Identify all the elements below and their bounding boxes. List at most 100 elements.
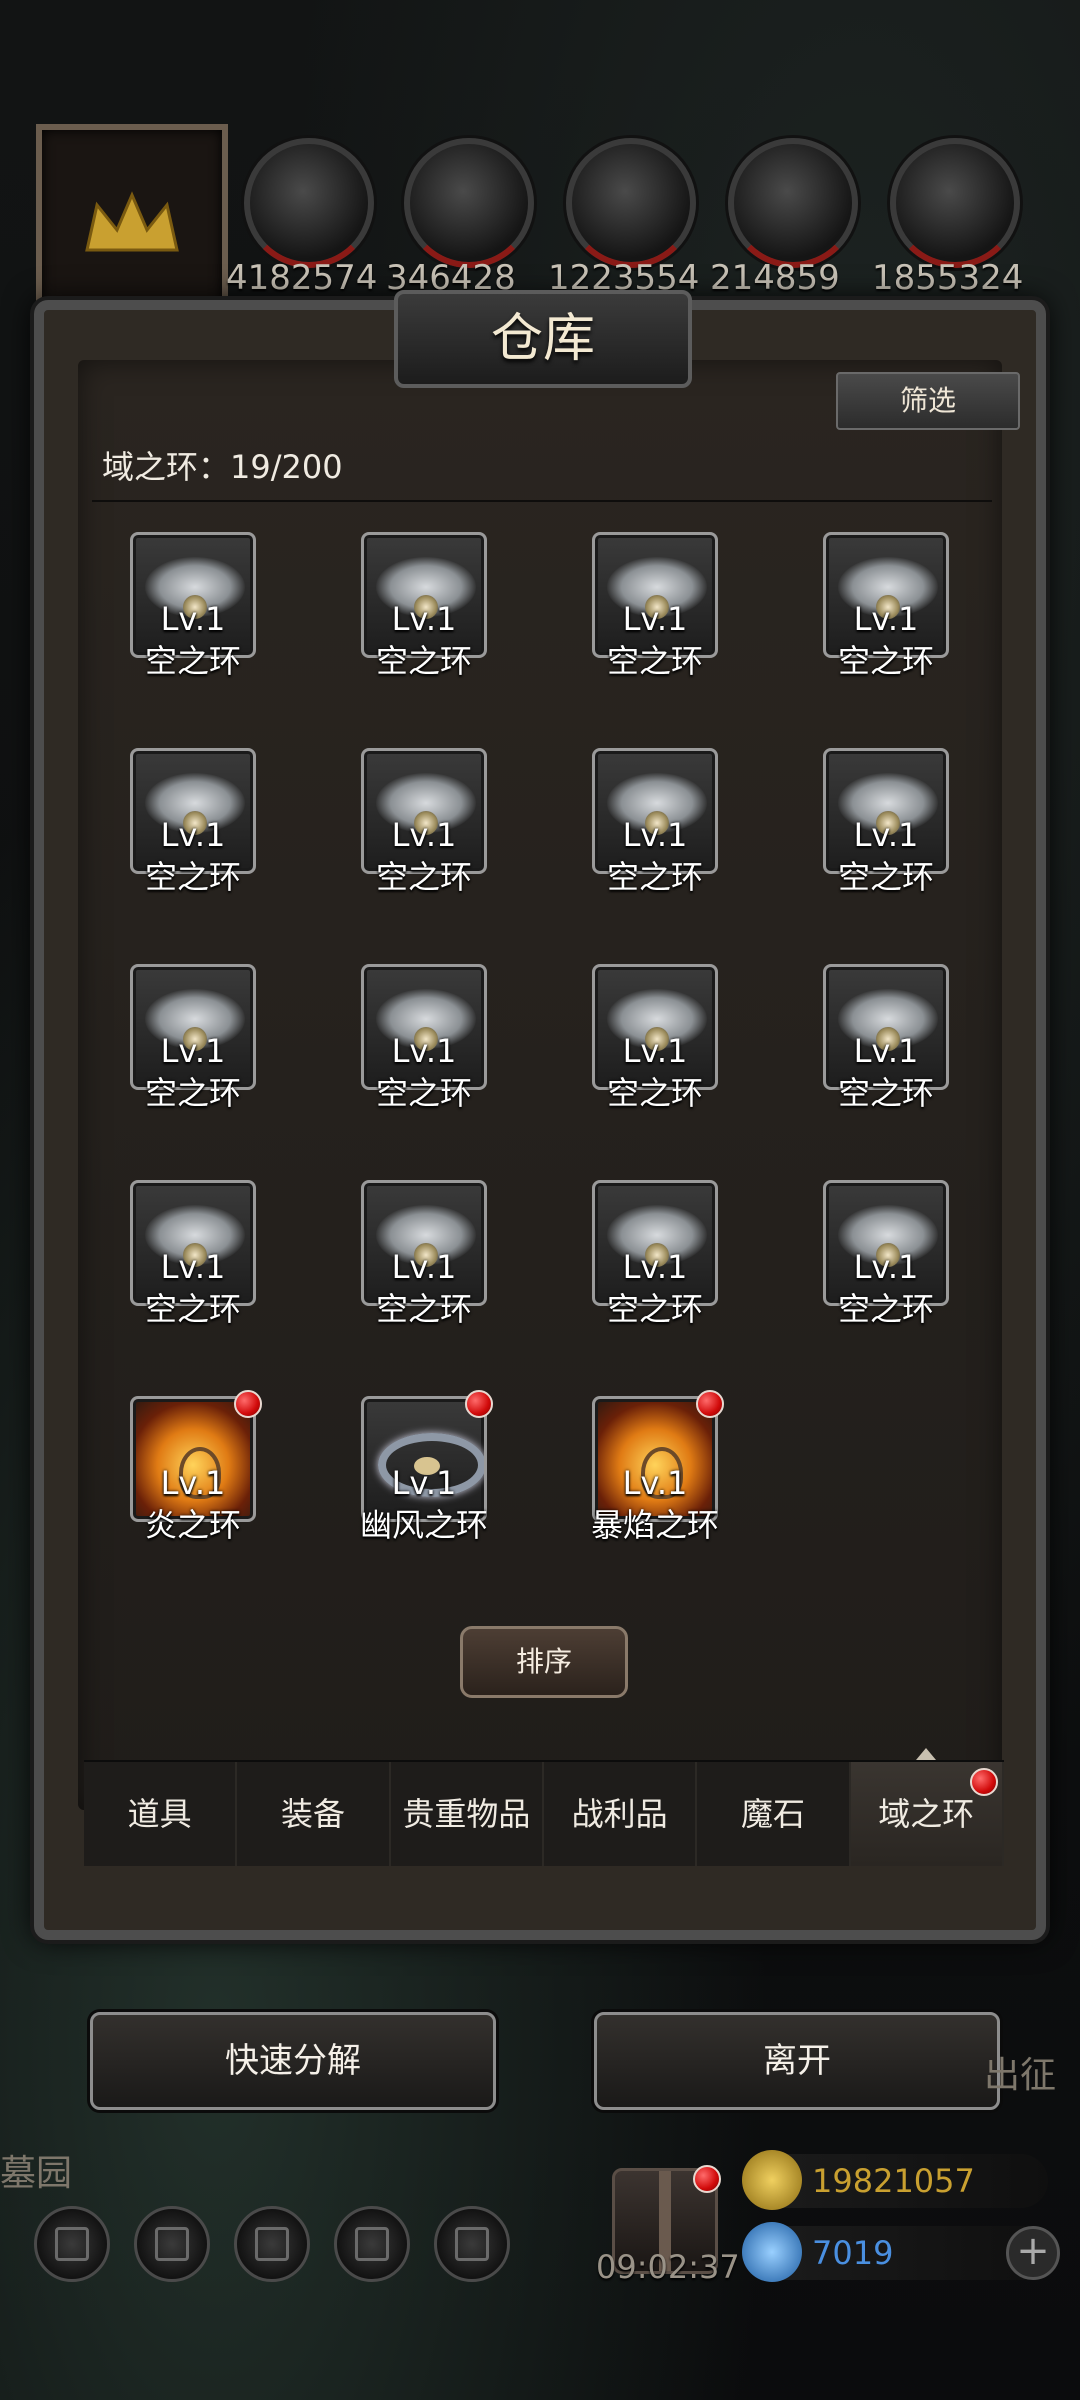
item-name: 空之环 [144,858,241,896]
item-name: 炎之环 [144,1506,241,1544]
star-icon[interactable] [134,2206,210,2282]
leave-button[interactable]: 离开 [594,2012,1000,2110]
item-level: Lv.1 [391,1032,457,1070]
gift-timer: 09:02:37 [596,2248,740,2286]
item-name: 空之环 [837,858,934,896]
resource-ring [404,138,534,268]
new-badge [465,1390,493,1418]
item-level: Lv.1 [160,1248,226,1286]
item-name: 空之环 [375,1074,472,1112]
add-currency-button[interactable]: + [1006,2226,1060,2280]
item-name: 暴焰之环 [590,1506,719,1544]
inventory-item[interactable]: Lv.1 暴焰之环 [591,1390,724,1544]
item-name: 空之环 [375,642,472,680]
inventory-item[interactable]: Lv.1 空之环 [592,964,718,1112]
item-name: 空之环 [606,642,703,680]
gift-badge [693,2165,721,2193]
inventory-item[interactable]: Lv.1 空之环 [592,532,718,680]
item-level: Lv.1 [391,600,457,638]
gold-value: 19821057 [812,2162,975,2200]
resource-value: 1855324 [872,258,1024,298]
item-level: Lv.1 [622,1464,688,1502]
tab-label: 贵重物品 [402,1795,531,1833]
item-name: 空之环 [144,642,241,680]
inventory-item[interactable]: Lv.1 空之环 [130,964,256,1112]
graveyard-label[interactable]: 墓园 [0,2144,72,2196]
item-name: 空之环 [837,1074,934,1112]
tab-3[interactable]: 战利品 [544,1762,698,1866]
item-level: Lv.1 [853,816,919,854]
tab-0[interactable]: 道具 [84,1762,238,1866]
shield-icon[interactable] [434,2206,510,2282]
item-level: Lv.1 [622,1032,688,1070]
item-level: Lv.1 [622,1248,688,1286]
item-level: Lv.1 [391,1464,457,1502]
inventory-item[interactable]: Lv.1 空之环 [130,532,256,680]
sort-button[interactable]: 排序 [460,1626,628,1698]
castle-icon[interactable] [234,2206,310,2282]
active-tab-caret [916,1748,937,1760]
inventory-item[interactable]: Lv.1 空之环 [823,1180,949,1328]
inventory-item[interactable]: Lv.1 空之环 [823,748,949,896]
inventory-item[interactable]: Lv.1 幽风之环 [360,1390,493,1544]
item-level: Lv.1 [160,816,226,854]
resource-value: 214859 [710,258,840,298]
new-badge [696,1390,724,1418]
resource-ring [566,138,696,268]
gold-coin-icon [742,2150,802,2210]
inventory-item[interactable]: Lv.1 空之环 [823,532,949,680]
inventory-item[interactable]: Lv.1 空之环 [592,1180,718,1328]
gem-display: 7019 [742,2222,1048,2282]
item-name: 空之环 [837,642,934,680]
tab-2[interactable]: 贵重物品 [391,1762,544,1866]
title-plate: 仓库 [394,290,692,388]
gem-icon [742,2222,802,2282]
player-avatar[interactable] [36,124,228,316]
item-name: 空之环 [144,1290,241,1328]
tab-label: 魔石 [740,1795,805,1833]
item-level: Lv.1 [622,600,688,638]
tab-badge [969,1768,998,1796]
expedition-label[interactable]: 出征 [984,2046,1056,2098]
wood-icon[interactable] [404,138,534,268]
filter-button[interactable]: 筛选 [836,372,1020,430]
page-title: 仓库 [490,309,595,369]
item-name: 幽风之环 [359,1506,488,1544]
ore-icon[interactable] [890,138,1020,268]
item-name: 空之环 [837,1290,934,1328]
tab-4[interactable]: 魔石 [697,1762,851,1866]
item-name: 空之环 [606,858,703,896]
inventory-item[interactable]: Lv.1 空之环 [361,748,487,896]
inventory-item[interactable]: Lv.1 空之环 [361,532,487,680]
settings-icon[interactable] [34,2206,110,2282]
tab-label: 装备 [280,1795,345,1833]
category-tabs: 道具 装备 贵重物品 战利品 魔石 域之环 [84,1748,1004,1866]
item-level: Lv.1 [391,816,457,854]
tab-label: 道具 [127,1795,192,1833]
mail-icon[interactable] [334,2206,410,2282]
item-level: Lv.1 [391,1248,457,1286]
gold-display: 19821057 [742,2150,1048,2210]
item-level: Lv.1 [853,1248,919,1286]
inventory-item[interactable]: Lv.1 空之环 [361,1180,487,1328]
iron-icon[interactable] [566,138,696,268]
item-level: Lv.1 [622,816,688,854]
meat-icon[interactable] [244,138,374,268]
item-level: Lv.1 [160,1032,226,1070]
item-level: Lv.1 [160,600,226,638]
inventory-item[interactable]: Lv.1 炎之环 [130,1390,262,1544]
item-level: Lv.1 [160,1464,226,1502]
crown-icon [85,191,179,252]
item-grid: Lv.1 空之环 Lv.1 空之环 Lv.1 空之环 Lv.1 空之环 Lv.1 空之环 Lv.1 空… [130,532,998,1544]
crystal-icon[interactable] [728,138,858,268]
resource-ring [244,138,374,268]
tab-1[interactable]: 装备 [237,1762,391,1866]
resource-ring [728,138,858,268]
inventory-item[interactable]: Lv.1 空之环 [592,748,718,896]
inventory-item[interactable]: Lv.1 空之环 [130,748,256,896]
inventory-item[interactable]: Lv.1 空之环 [130,1180,256,1328]
inventory-item[interactable]: Lv.1 空之环 [823,964,949,1112]
tab-5[interactable]: 域之环 [850,1748,1004,1866]
quick-decompose-button[interactable]: 快速分解 [90,2012,496,2110]
inventory-item[interactable]: Lv.1 空之环 [361,964,487,1112]
